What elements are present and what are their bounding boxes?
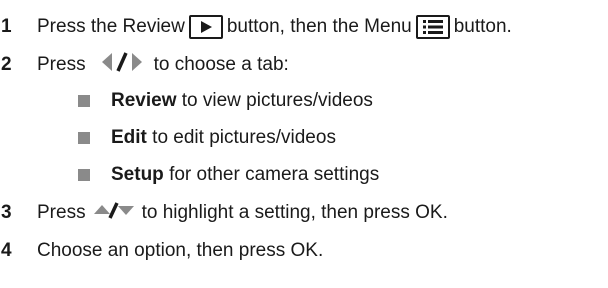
step-text: Press <box>37 54 86 75</box>
bullet-text: to view pictures/videos <box>181 90 373 111</box>
up-down-arrows-icon <box>92 200 136 226</box>
instructions-document: 1 Press the Review button, then the Menu… <box>0 0 608 288</box>
step-number: 3 <box>1 202 12 223</box>
step-number: 4 <box>1 240 12 261</box>
tab-name: Setup <box>111 164 164 185</box>
left-right-arrows-icon <box>100 51 146 79</box>
step-4: 4 Choose an option, then press OK. <box>0 236 323 266</box>
step-text: button, then the Menu <box>226 16 412 37</box>
tab-name: Edit <box>111 127 147 148</box>
bullet-square <box>78 95 90 107</box>
step-text: Choose an option, then press OK. <box>37 240 324 261</box>
step-number: 2 <box>1 54 12 75</box>
bullet-item: Review to view pictures/videos <box>78 86 373 116</box>
step-text: to highlight a setting, then press OK. <box>141 202 448 223</box>
step-1: 1 Press the Review button, then the Menu… <box>0 12 512 42</box>
bullet-item: Setup for other camera settings <box>78 160 379 190</box>
step-text: to choose a tab: <box>153 54 289 75</box>
bullet-text: to edit pictures/videos <box>152 127 336 148</box>
step-3: 3 Press to highlight a setting, then pre… <box>0 198 448 228</box>
bullet-square <box>78 132 90 144</box>
bullet-square <box>78 169 90 181</box>
menu-list-icon <box>415 15 450 39</box>
step-text: Press <box>37 202 86 223</box>
step-text: Press the Review <box>37 16 185 37</box>
tab-name: Review <box>111 90 177 111</box>
step-2: 2 Press to choose a tab: <box>0 50 289 80</box>
bullet-item: Edit to edit pictures/videos <box>78 123 336 153</box>
review-play-icon <box>188 15 223 39</box>
step-text: button. <box>453 16 512 37</box>
bullet-text: for other camera settings <box>169 164 380 185</box>
step-number: 1 <box>1 16 12 37</box>
